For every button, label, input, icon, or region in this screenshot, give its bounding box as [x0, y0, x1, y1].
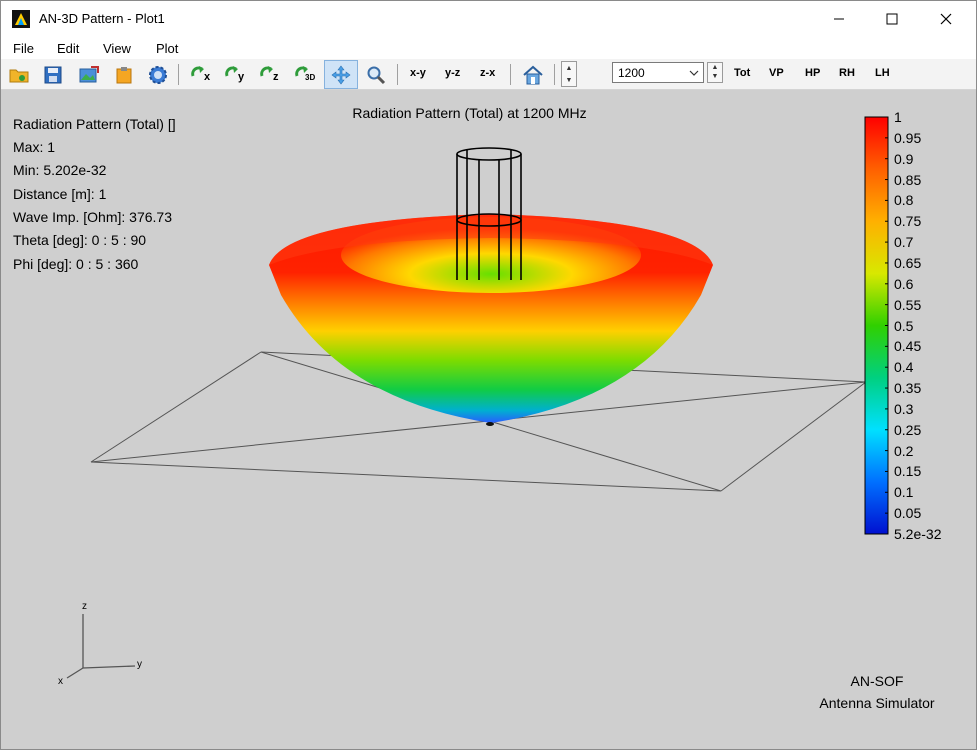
home-icon — [523, 65, 543, 84]
rotate-3d-button[interactable]: 3D — [293, 62, 319, 87]
rotate-x-icon — [191, 65, 204, 77]
colorbar-tick-label: 0.85 — [894, 171, 922, 188]
zoom-button[interactable] — [363, 62, 389, 87]
frequency-stepper[interactable]: ▲ ▼ — [707, 62, 723, 83]
minimize-button[interactable] — [816, 1, 862, 37]
menu-bar: File Edit View Plot — [1, 37, 976, 59]
toolbar-separator — [510, 64, 511, 85]
colorbar-tick-label: 5.2e-32 — [894, 526, 942, 542]
zoom-icon — [367, 66, 386, 84]
view-zx-button[interactable]: z-x — [480, 67, 495, 79]
down-arrow-icon[interactable]: ▼ — [562, 74, 576, 86]
colorbar-tick-label: 0.1 — [894, 484, 914, 501]
close-button[interactable] — [923, 1, 969, 37]
pattern-3d-view[interactable] — [1, 90, 976, 749]
colorbar-tick-label: 0.05 — [894, 505, 922, 522]
maximize-button[interactable] — [869, 1, 915, 37]
rotate-3d-label: 3D — [305, 73, 316, 82]
settings-button[interactable] — [145, 62, 171, 87]
export-image-icon — [79, 65, 99, 82]
view-stepper[interactable]: ▲ ▼ — [561, 61, 577, 87]
minimize-icon — [834, 18, 844, 20]
colorbar-tick-label: 0.6 — [894, 275, 914, 292]
colorbar-tick-label: 0.7 — [894, 234, 914, 251]
colorbar — [864, 116, 889, 535]
up-arrow-icon[interactable]: ▲ — [562, 62, 576, 74]
menu-edit[interactable]: Edit — [57, 41, 79, 56]
title-bar: AN-3D Pattern - Plot1 — [1, 1, 976, 37]
axes-triad — [66, 614, 136, 679]
frequency-select[interactable]: 1200 — [612, 62, 704, 83]
colorbar-tick-label: 1 — [894, 109, 902, 125]
colorbar-tick-label: 0.75 — [894, 213, 922, 230]
rotate-z-label: z — [273, 71, 279, 83]
home-button[interactable] — [520, 62, 546, 87]
save-icon — [44, 66, 62, 83]
colorbar-tick-label: 0.4 — [894, 359, 914, 376]
colorbar-tick-label: 0.35 — [894, 380, 922, 397]
brand-name: AN-SOF — [850, 673, 904, 689]
pan-icon — [331, 65, 351, 84]
open-folder-icon — [9, 69, 29, 82]
colorbar-tick-label: 0.45 — [894, 338, 922, 355]
rotate-x-label: x — [204, 71, 211, 83]
paste-button[interactable] — [111, 62, 137, 87]
brand-tagline: Antenna Simulator — [819, 695, 935, 711]
radiation-pattern-surface — [269, 214, 713, 426]
pattern-vp-button[interactable]: VP — [769, 67, 784, 79]
toolbar-separator — [397, 64, 398, 85]
colorbar-tick-label: 0.95 — [894, 129, 922, 146]
pattern-total-button[interactable]: Tot — [734, 67, 750, 79]
pattern-hp-button[interactable]: HP — [805, 67, 820, 79]
rotate-z-button[interactable]: z — [258, 62, 284, 87]
view-xy-button[interactable]: x-y — [410, 67, 426, 79]
view-yz-button[interactable]: y-z — [445, 67, 460, 79]
save-button[interactable] — [40, 62, 66, 87]
menu-view[interactable]: View — [103, 41, 131, 56]
axis-y-label: y — [137, 659, 142, 670]
rotate-y-icon — [225, 65, 238, 77]
colorbar-tick-label: 0.15 — [894, 463, 922, 480]
app-window: AN-3D Pattern - Plot1 File Edit View Plo… — [0, 0, 977, 750]
rotate-y-button[interactable]: y — [223, 62, 249, 87]
pattern-lh-button[interactable]: LH — [875, 67, 890, 79]
chevron-down-icon — [689, 70, 699, 76]
open-button[interactable] — [6, 62, 32, 87]
down-arrow-icon[interactable]: ▼ — [708, 72, 722, 81]
window-title: AN-3D Pattern - Plot1 — [39, 11, 165, 26]
axis-x-label: x — [58, 676, 63, 687]
settings-gear-icon — [149, 65, 167, 84]
colorbar-tick-label: 0.55 — [894, 296, 922, 313]
rotate-x-button[interactable]: x — [189, 62, 215, 87]
toolbar-separator — [554, 64, 555, 85]
colorbar-tick-label: 0.25 — [894, 421, 922, 438]
menu-file[interactable]: File — [13, 41, 34, 56]
rotate-z-icon — [260, 65, 273, 77]
toolbar-separator — [178, 64, 179, 85]
app-icon — [12, 10, 30, 28]
rotate-y-label: y — [238, 71, 245, 83]
colorbar-tick-label: 0.8 — [894, 192, 914, 209]
pattern-rh-button[interactable]: RH — [839, 67, 855, 79]
clipboard-icon — [116, 66, 132, 83]
axis-z-label: z — [82, 601, 87, 612]
plot-area[interactable]: Radiation Pattern (Total) at 1200 MHz Ra… — [1, 90, 976, 749]
frequency-value: 1200 — [618, 66, 645, 80]
colorbar-tick-label: 0.65 — [894, 254, 922, 271]
colorbar-tick-label: 0.2 — [894, 442, 914, 459]
maximize-icon — [886, 13, 898, 25]
colorbar-tick-label: 0.5 — [894, 317, 914, 334]
menu-plot[interactable]: Plot — [156, 41, 178, 56]
up-arrow-icon[interactable]: ▲ — [708, 63, 722, 72]
colorbar-ticks — [885, 116, 888, 535]
toolbar: x y z 3D x-y y-z z-x ▲ ▼ — [1, 59, 976, 90]
pan-button[interactable] — [324, 60, 358, 89]
export-image-button[interactable] — [76, 62, 102, 87]
colorbar-tick-label: 0.9 — [894, 150, 914, 167]
colorbar-tick-label: 0.3 — [894, 400, 914, 417]
close-icon — [940, 13, 952, 25]
